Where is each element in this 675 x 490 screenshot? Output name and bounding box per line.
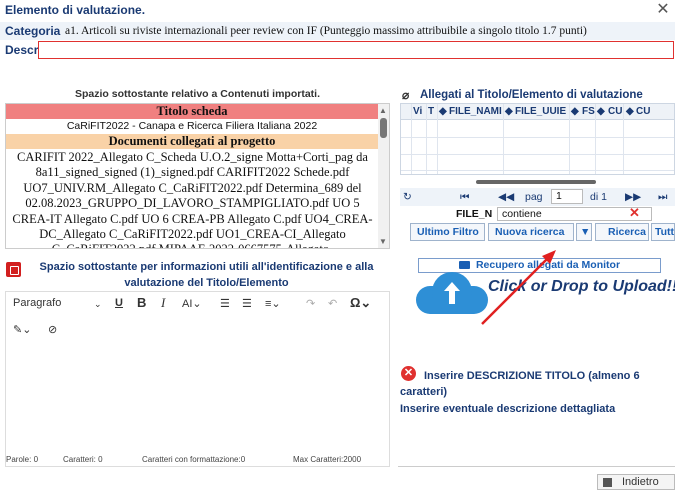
undo-icon[interactable]: ↶ — [328, 297, 337, 310]
categoria-value: a1. Articoli su riviste internazionali p… — [65, 25, 587, 37]
allegati-heading-block: ⌀ Allegati al Titolo/Elemento di valutaz… — [400, 88, 675, 103]
filter-field: FILE_N — [456, 208, 493, 220]
grid-filter: FILE_N contiene ✕ — [404, 205, 654, 221]
col-cu[interactable]: CU — [608, 106, 622, 117]
scroll-down-icon[interactable]: ▼ — [379, 237, 387, 246]
italic-icon[interactable]: I — [161, 295, 165, 311]
tutte-button[interactable]: Tutte — [651, 223, 675, 241]
editor-content[interactable] — [6, 346, 389, 458]
rich-text-editor: Paragrafo ⌄ U B I AI⌄ ☰ ☰ ≡⌄ ↷ ↶ Ω⌄ ✎⌄ ⊘… — [5, 291, 390, 467]
special-char-icon[interactable]: Ω⌄ — [350, 295, 371, 311]
contenuti-panel: Titolo scheda CaRiFIT2022 - Canapa e Ric… — [5, 103, 390, 249]
page-input[interactable]: 1 — [551, 189, 583, 204]
sort-icon[interactable]: ◆ — [571, 106, 579, 117]
close-icon[interactable]: ✕ — [654, 1, 672, 19]
categoria-label: Categoria — [5, 24, 61, 38]
numbered-list-icon[interactable]: ☰ — [242, 297, 252, 310]
validation-messages: ✕ Inserire DESCRIZIONE TITOLO (almeno 6 … — [400, 366, 675, 426]
titolo-scheda-value: CaRiFIT2022 - Canapa e Ricerca Filiera I… — [66, 120, 318, 132]
sort-icon[interactable]: ◆ — [626, 106, 634, 117]
categoria-row: Categoria a1. Articoli su riviste intern… — [0, 22, 675, 40]
last-page-icon[interactable]: ⏭ — [658, 191, 667, 204]
scroll-up-icon[interactable]: ▲ — [379, 106, 387, 115]
col-file-uuid[interactable]: FILE_UUIE — [515, 106, 566, 117]
error-descrizione: Inserire DESCRIZIONE TITOLO (almeno 6 ca… — [400, 370, 640, 398]
grid-hscroll[interactable] — [476, 180, 596, 184]
indietro-label: Indietro — [622, 476, 659, 488]
char-count: Caratteri: 0 — [63, 455, 103, 464]
editor-status: Parole: 0 Caratteri: 0 Caratteri con for… — [6, 454, 389, 466]
documenti-header: Documenti collegati al progetto — [6, 134, 378, 149]
documenti-list: CARIFIT 2022_Allegato C_Scheda U.O.2_sig… — [12, 150, 373, 248]
info-heading: Spazio sottostante per informazioni util… — [39, 261, 374, 289]
refresh-icon[interactable]: ↻ — [403, 191, 412, 203]
red-arrow-annotation — [481, 250, 556, 325]
bold-icon[interactable]: B — [137, 295, 146, 310]
ricerca-button[interactable]: Ricerca — [595, 223, 649, 241]
cloud-upload-icon[interactable] — [416, 270, 488, 314]
bullet-list-icon[interactable]: ☰ — [220, 297, 230, 310]
editor-toolbar-2: ✎⌄ ⊘ — [6, 318, 389, 342]
window-title: Elemento di valutazione. — [5, 3, 146, 17]
word-count: Parole: 0 — [6, 455, 39, 464]
contenuti-scrollbar[interactable]: ▲ ▼ — [378, 104, 389, 248]
folder-icon — [458, 261, 470, 270]
underline-icon[interactable]: U — [115, 297, 123, 309]
ultimo-filtro-button[interactable]: Ultimo Filtro — [410, 223, 485, 241]
descr-row: Descr. — [0, 40, 675, 60]
contenuti-heading: Spazio sottostante relativo a Contenuti … — [74, 88, 321, 100]
window-titlebar: Elemento di valutazione. ✕ — [0, 0, 675, 20]
col-fs[interactable]: FS — [582, 106, 595, 117]
max-chars: Max Caratteri:2000 — [293, 455, 362, 464]
highlight-pen-icon[interactable]: ✎⌄ — [13, 323, 31, 336]
indietro-button[interactable]: Indietro — [597, 474, 675, 490]
briefcase-icon — [6, 262, 21, 277]
redo-icon[interactable]: ↷ — [306, 297, 315, 310]
chevron-down-icon[interactable]: ⌄ — [94, 299, 102, 310]
filter-icon[interactable]: ▼ — [576, 223, 592, 241]
link-icon[interactable]: ⊘ — [48, 323, 57, 336]
clear-filter-icon[interactable]: ✕ — [629, 205, 640, 221]
sort-icon[interactable]: ◆ — [505, 106, 513, 117]
col-vi[interactable]: Vi — [413, 106, 422, 117]
col-file-name[interactable]: FILE_NAMI — [449, 106, 502, 117]
text-size-icon[interactable]: AI⌄ — [182, 297, 202, 310]
paragraph-select[interactable]: Paragrafo — [13, 297, 61, 309]
paperclip-icon: ⌀ — [402, 88, 410, 102]
editor-toolbar: Paragrafo ⌄ U B I AI⌄ ☰ ☰ ≡⌄ ↷ ↶ Ω⌄ — [6, 292, 389, 318]
first-page-icon[interactable]: ⏮ — [460, 191, 469, 204]
next-page-icon[interactable]: ▶▶ — [625, 191, 641, 203]
sort-icon[interactable]: ◆ — [597, 106, 605, 117]
grid-header: Vi T ◆ FILE_NAMI ◆ FILE_UUIE ◆ FS ◆ CU ◆… — [401, 104, 674, 120]
scroll-thumb[interactable] — [380, 118, 387, 138]
error-dettaglio: Inserire eventuale descrizione dettaglia… — [400, 403, 616, 415]
allegati-heading: Allegati al Titolo/Elemento di valutazio… — [420, 89, 643, 101]
page-of-label: di 1 — [590, 191, 607, 203]
formatted-char-count: Caratteri con formattazione:0 — [142, 455, 246, 464]
descr-input[interactable] — [38, 41, 674, 59]
grid-pager: ↻ ⏮ ◀◀ pag 1 di 1 ▶▶ ⏭ — [400, 188, 675, 206]
page-label: pag — [525, 191, 543, 203]
sort-icon[interactable]: ◆ — [439, 106, 447, 117]
door-icon — [603, 478, 612, 487]
col-t[interactable]: T — [428, 106, 434, 117]
info-heading-block: Spazio sottostante per informazioni util… — [5, 257, 390, 291]
descr-label: Descr. — [5, 43, 42, 57]
prev-page-icon[interactable]: ◀◀ — [498, 191, 514, 203]
col-cu-2[interactable]: CU — [636, 106, 650, 117]
align-icon[interactable]: ≡⌄ — [265, 297, 281, 310]
allegati-grid: Vi T ◆ FILE_NAMI ◆ FILE_UUIE ◆ FS ◆ CU ◆… — [400, 103, 675, 175]
footer-divider — [398, 466, 675, 467]
titolo-scheda-header: Titolo scheda — [6, 104, 378, 119]
